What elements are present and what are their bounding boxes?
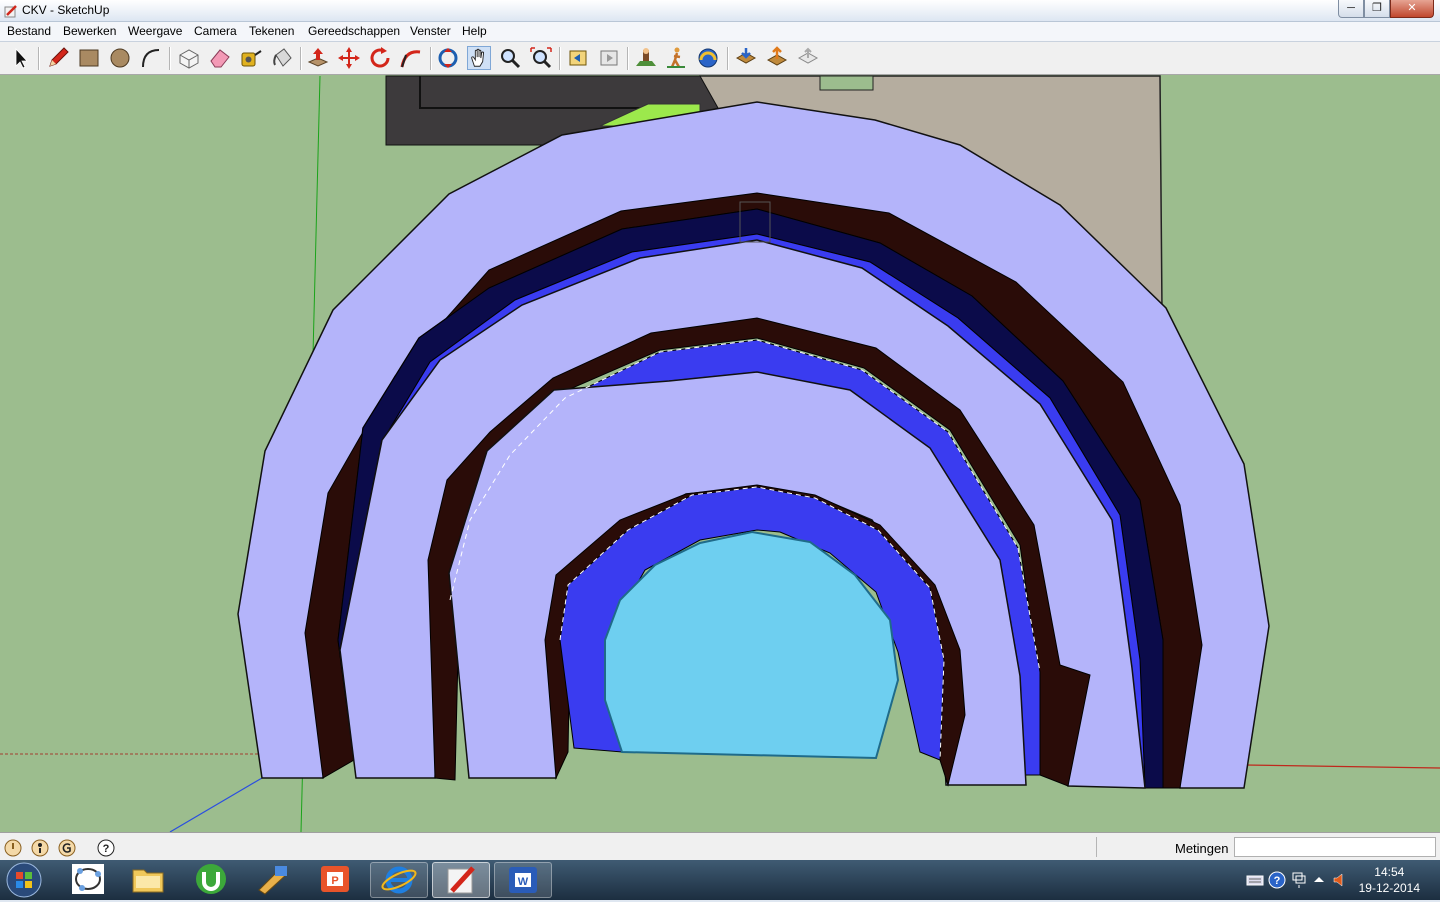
rotate-tool-icon[interactable] (368, 46, 392, 70)
windows-taskbar: P W ? 14:54 19-12-2014 (0, 860, 1440, 900)
geogebra-icon (72, 864, 104, 894)
make-component-icon[interactable] (177, 46, 201, 70)
building-window (819, 75, 874, 91)
restore-button[interactable]: ❐ (1364, 0, 1390, 18)
rectangle-tool-icon[interactable] (77, 46, 101, 70)
pan-tool-icon[interactable] (467, 46, 491, 70)
svg-text:?: ? (1274, 875, 1281, 887)
menu-gereedschappen[interactable]: Gereedschappen (308, 24, 400, 38)
main-toolbar (0, 42, 1440, 75)
minimize-button[interactable]: ─ (1338, 0, 1364, 18)
arc-tool-icon[interactable] (139, 46, 163, 70)
menu-bestand[interactable]: Bestand (7, 24, 51, 38)
scene-drawing[interactable] (0, 75, 1440, 832)
tape-measure-icon[interactable] (239, 46, 263, 70)
keyboard-icon[interactable] (1246, 871, 1264, 889)
follow-me-icon[interactable] (399, 46, 423, 70)
taskbar-internet-explorer[interactable] (370, 862, 428, 898)
red-axis-right (1244, 764, 1440, 769)
taskbar-explorer[interactable] (120, 862, 178, 898)
clock-time: 14:54 (1374, 865, 1405, 879)
clock-date: 19-12-2014 (1358, 881, 1420, 895)
look-around-icon[interactable] (696, 46, 720, 70)
folder-icon (132, 869, 164, 893)
menu-weergave[interactable]: Weergave (128, 24, 182, 38)
svg-text:?: ? (103, 843, 110, 855)
close-button[interactable]: ✕ (1390, 0, 1434, 18)
paint-bucket-icon[interactable] (270, 46, 294, 70)
taskbar-image-tool[interactable] (245, 862, 303, 898)
credits-icon[interactable] (31, 839, 49, 857)
menu-bar: Bestand Bewerken Weergave Camera Tekenen… (0, 22, 1440, 42)
status-bar: ? Metingen (0, 832, 1440, 860)
push-pull-icon[interactable] (306, 46, 330, 70)
select-tool-icon[interactable] (8, 46, 32, 70)
orbit-tool-icon[interactable] (436, 46, 460, 70)
zoom-tool-icon[interactable] (498, 46, 522, 70)
powerpoint-icon: P (321, 866, 349, 892)
system-clock[interactable]: 14:54 19-12-2014 (1359, 864, 1420, 896)
menu-venster[interactable]: Venster (410, 24, 451, 38)
menu-help[interactable]: Help (462, 24, 487, 38)
taskbar-sketchup[interactable] (432, 862, 490, 898)
sketchup-icon (447, 866, 475, 894)
window-title: CKV - SketchUp (22, 3, 110, 17)
menu-tekenen[interactable]: Tekenen (249, 24, 294, 38)
pencil-tool-icon[interactable] (46, 46, 70, 70)
move-tool-icon[interactable] (337, 46, 361, 70)
taskbar-word[interactable]: W (494, 862, 552, 898)
taskbar-powerpoint[interactable]: P (307, 862, 365, 898)
blue-axis (169, 777, 263, 832)
sign-in-icon[interactable] (58, 839, 76, 857)
measurements-input[interactable] (1234, 837, 1436, 857)
position-camera-icon[interactable] (634, 46, 658, 70)
svg-text:P: P (331, 875, 338, 887)
model-viewport[interactable] (0, 75, 1440, 832)
taskbar-utorrent[interactable] (183, 862, 241, 898)
help-icon[interactable]: ? (97, 839, 115, 857)
geo-location-icon[interactable] (4, 839, 22, 857)
measurements-label: Metingen (1175, 841, 1229, 856)
circle-tool-icon[interactable] (108, 46, 132, 70)
previous-view-icon[interactable] (566, 46, 590, 70)
menu-camera[interactable]: Camera (194, 24, 237, 38)
svg-text:W: W (518, 876, 529, 888)
utorrent-icon (196, 864, 226, 894)
tray-help-icon[interactable]: ? (1268, 871, 1286, 889)
eraser-tool-icon[interactable] (208, 46, 232, 70)
share-model-icon[interactable] (765, 46, 789, 70)
image-tool-icon (258, 866, 288, 895)
internet-explorer-icon (381, 866, 417, 894)
menu-bewerken[interactable]: Bewerken (63, 24, 116, 38)
get-models-icon[interactable] (734, 46, 758, 70)
show-hidden-icons-icon[interactable] (1310, 871, 1328, 889)
share-component-icon[interactable] (796, 46, 820, 70)
taskbar-geogebra[interactable] (60, 862, 118, 898)
next-view-icon[interactable] (597, 46, 621, 70)
start-button-icon[interactable] (4, 861, 44, 899)
word-icon: W (509, 867, 537, 893)
network-icon[interactable] (1290, 871, 1308, 889)
zoom-extents-icon[interactable] (529, 46, 553, 70)
volume-icon[interactable] (1331, 871, 1349, 889)
walk-tool-icon[interactable] (665, 46, 689, 70)
sketchup-app-icon (4, 5, 17, 18)
title-bar: CKV - SketchUp ─ ❐ ✕ (0, 0, 1440, 22)
